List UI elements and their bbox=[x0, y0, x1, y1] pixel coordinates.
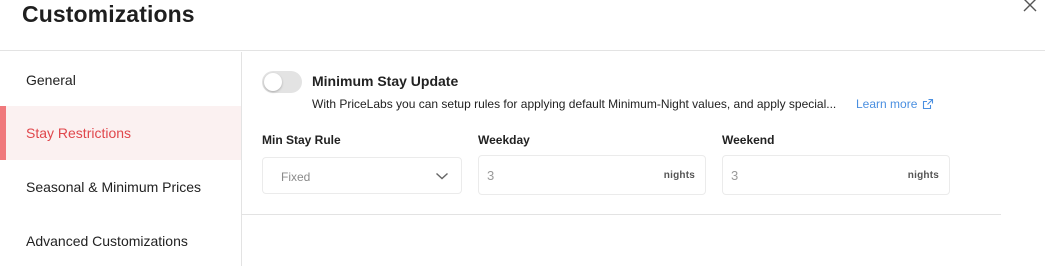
learn-more-label: Learn more bbox=[856, 97, 918, 111]
weekday-unit: nights bbox=[663, 170, 695, 181]
toggle-knob bbox=[264, 73, 282, 91]
min-stay-rule-select[interactable]: Fixed bbox=[262, 157, 462, 194]
section-divider bbox=[242, 214, 1001, 215]
weekday-value: 3 bbox=[487, 168, 495, 183]
sidebar-item-general[interactable]: General bbox=[0, 53, 241, 107]
weekend-input[interactable]: 3 nights bbox=[722, 155, 950, 195]
section-description: With PriceLabs you can setup rules for a… bbox=[312, 97, 837, 111]
close-button[interactable] bbox=[1019, 0, 1041, 16]
dialog-header: Customizations bbox=[0, 0, 1045, 51]
sidebar-item-seasonal-minimum-prices[interactable]: Seasonal & Minimum Prices bbox=[0, 160, 241, 214]
close-icon bbox=[1023, 0, 1037, 12]
chevron-down-icon bbox=[436, 172, 448, 180]
sidebar-item-advanced-customizations[interactable]: Advanced Customizations bbox=[0, 214, 241, 266]
weekend-value: 3 bbox=[731, 168, 739, 183]
dialog-title: Customizations bbox=[22, 1, 195, 27]
stay-restrictions-panel: Minimum Stay Update With PriceLabs you c… bbox=[242, 52, 1045, 266]
min-stay-rule-value: Fixed bbox=[281, 170, 311, 184]
weekday-input[interactable]: 3 nights bbox=[478, 155, 706, 195]
weekend-label: Weekend bbox=[722, 133, 775, 147]
customizations-dialog: Customizations General Stay Restrictions… bbox=[0, 0, 1045, 266]
min-stay-rule-label: Min Stay Rule bbox=[262, 133, 341, 147]
sidebar: General Stay Restrictions Seasonal & Min… bbox=[0, 52, 242, 266]
section-title: Minimum Stay Update bbox=[312, 73, 459, 89]
external-link-icon bbox=[923, 98, 934, 110]
sidebar-item-stay-restrictions[interactable]: Stay Restrictions bbox=[0, 106, 241, 160]
weekday-label: Weekday bbox=[478, 133, 530, 147]
weekend-unit: nights bbox=[907, 170, 939, 181]
learn-more-link[interactable]: Learn more bbox=[856, 97, 934, 111]
min-stay-update-toggle[interactable] bbox=[262, 71, 302, 93]
